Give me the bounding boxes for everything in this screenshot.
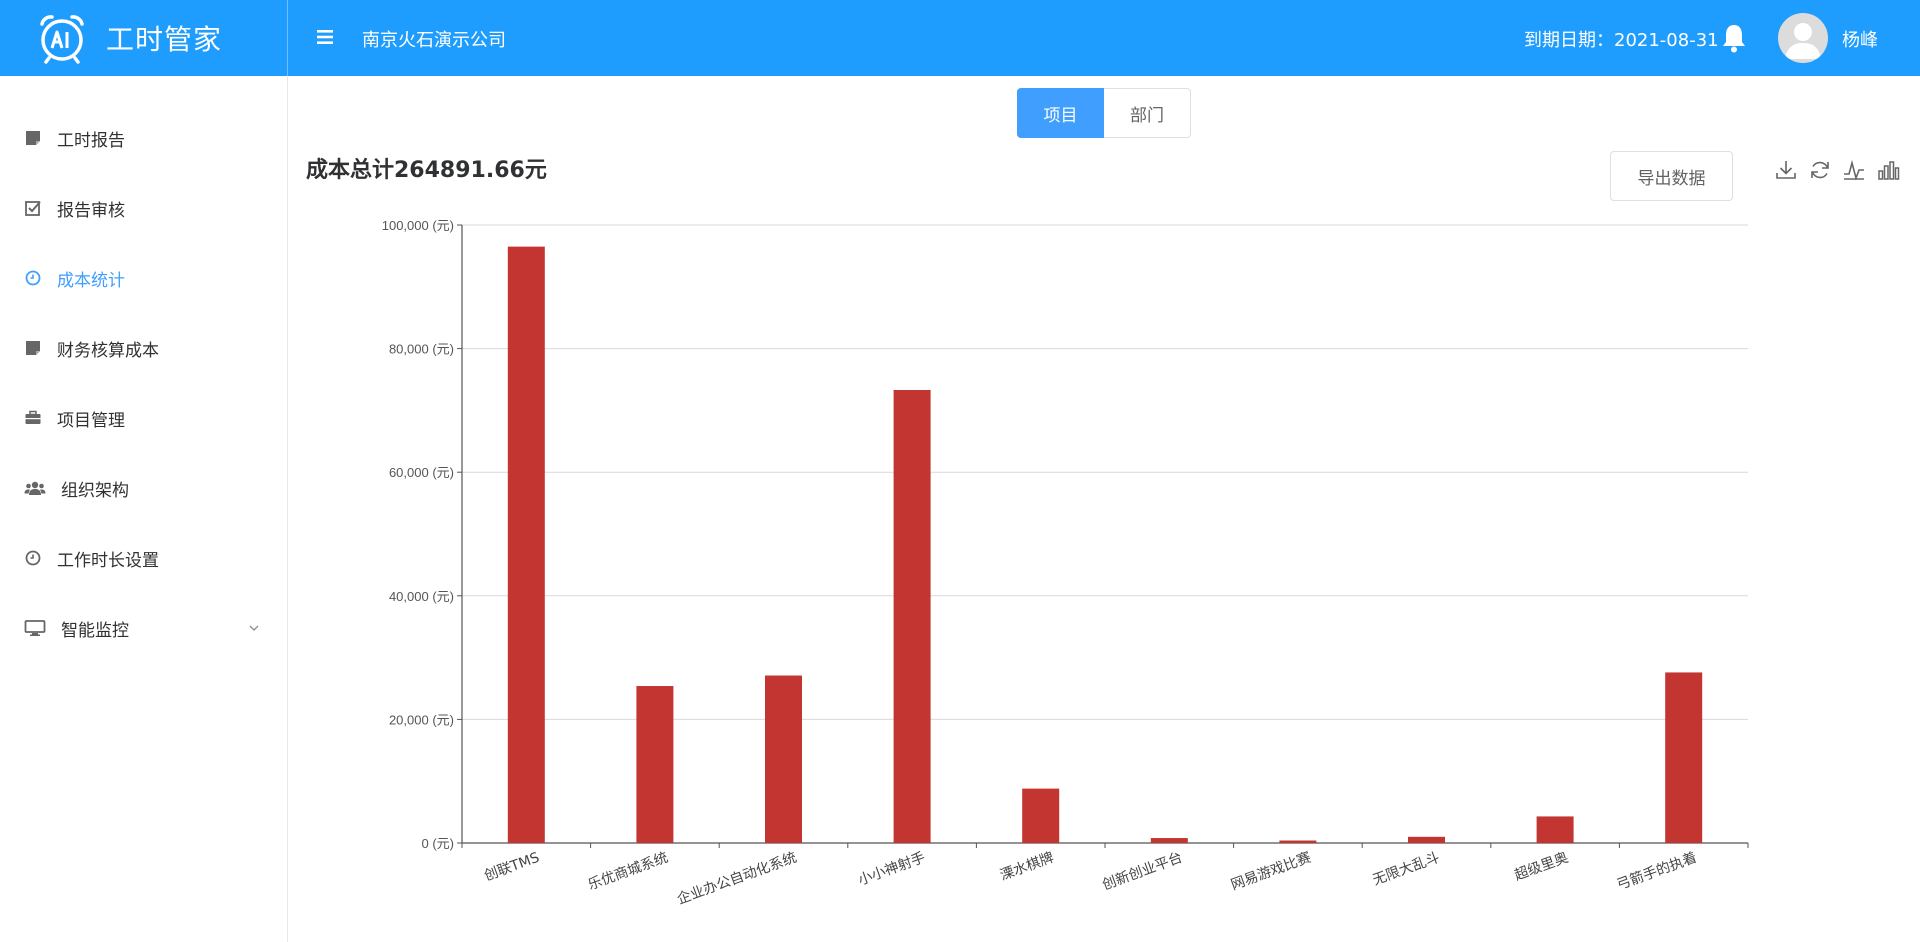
view-toggle: 项目 部门 — [1017, 88, 1191, 138]
x-category-label: 无限大乱斗 — [1371, 850, 1442, 889]
sidebar-item-label: 工时报告 — [57, 130, 125, 151]
bar — [1665, 672, 1703, 843]
x-category-label: 网易游戏比赛 — [1229, 850, 1313, 894]
bell-icon[interactable] — [1720, 22, 1748, 54]
y-tick-label: 20,000 (元) — [389, 712, 454, 727]
clock-icon — [25, 270, 41, 286]
document-icon — [26, 341, 40, 355]
sidebar-item-label: 报告审核 — [57, 200, 125, 221]
x-category-label: 企业办公自动化系统 — [675, 849, 799, 908]
x-category-label: 乐优商城系统 — [586, 850, 670, 894]
bar — [893, 390, 931, 843]
x-category-label: 创联TMS — [482, 850, 542, 885]
users-icon — [24, 481, 46, 495]
download-icon[interactable] — [1774, 158, 1798, 182]
sidebar-item-report-review[interactable]: 报告审核 — [0, 180, 287, 236]
sidebar-item-work-report[interactable]: 工时报告 — [0, 110, 287, 166]
bar — [1408, 836, 1445, 843]
chevron-down-icon[interactable] — [248, 622, 260, 634]
clock-icon — [25, 550, 41, 566]
company-name: 南京火石演示公司 — [362, 30, 506, 51]
x-category-label: 溧水棋牌 — [998, 849, 1056, 884]
x-category-label: 小小神射手 — [856, 850, 927, 889]
sidebar-item-cost-statistics[interactable]: 成本统计 — [0, 250, 287, 306]
y-tick-label: 40,000 (元) — [389, 589, 454, 604]
hamburger-menu-icon[interactable] — [314, 26, 336, 48]
sidebar-item-label: 工作时长设置 — [57, 550, 159, 571]
sidebar-item-label: 组织架构 — [61, 480, 129, 501]
app-logo[interactable]: 工时管家 — [0, 0, 288, 76]
sidebar-item-label: 成本统计 — [57, 270, 125, 291]
y-tick-label: 60,000 (元) — [389, 465, 454, 480]
cost-bar-chart: 0 (元) 20,000 (元) 40,000 (元) 60,000 (元) 80,00… — [382, 218, 1749, 908]
x-category-label: 创新创业平台 — [1100, 850, 1184, 894]
sidebar-item-label: 智能监控 — [61, 620, 129, 641]
bar — [1279, 840, 1317, 843]
sidebar-item-work-hours-settings[interactable]: 工作时长设置 — [0, 530, 287, 586]
sidebar: 工时报告 报告审核 成本统计 财务核算成本 项目管理 组织架构 工作时长设置 智… — [0, 76, 288, 942]
bar — [507, 246, 545, 843]
briefcase-icon — [25, 410, 41, 424]
bar — [765, 675, 802, 843]
x-category-label: 超级里奥 — [1512, 849, 1570, 884]
sidebar-item-organization[interactable]: 组织架构 — [0, 460, 287, 516]
y-tick-label: 0 (元) — [421, 836, 454, 851]
app-name: 工时管家 — [106, 23, 223, 56]
bar — [636, 686, 674, 843]
alarm-clock-logo-icon — [40, 15, 84, 64]
cost-total: 成本总计264891.66元 — [306, 158, 547, 183]
bar — [1536, 816, 1574, 843]
refresh-icon[interactable] — [1808, 158, 1832, 182]
top-header: 工时管家 南京火石演示公司 到期日期：2021-08-31 杨峰 — [0, 0, 1920, 76]
tab-department[interactable]: 部门 — [1104, 88, 1191, 138]
bar-chart-icon[interactable] — [1876, 158, 1900, 182]
monitor-icon — [24, 620, 46, 636]
sidebar-item-label: 财务核算成本 — [57, 340, 159, 361]
y-tick-label: 80,000 (元) — [389, 342, 454, 357]
expiry-date: 到期日期：2021-08-31 — [1524, 30, 1719, 51]
tab-project[interactable]: 项目 — [1017, 88, 1104, 138]
bar — [1022, 788, 1060, 843]
avatar[interactable] — [1778, 13, 1828, 63]
line-chart-icon[interactable] — [1842, 158, 1866, 182]
sidebar-item-finance-cost[interactable]: 财务核算成本 — [0, 320, 287, 376]
x-category-label: 弓箭手的执着 — [1614, 849, 1699, 894]
sidebar-item-project-management[interactable]: 项目管理 — [0, 390, 287, 446]
user-avatar-icon — [1785, 23, 1821, 59]
export-data-button[interactable]: 导出数据 — [1610, 151, 1733, 201]
document-icon — [26, 131, 40, 145]
sidebar-item-label: 项目管理 — [57, 410, 125, 431]
sidebar-item-smart-monitoring[interactable]: 智能监控 — [0, 600, 287, 656]
check-square-icon — [25, 201, 41, 216]
bar — [1150, 838, 1188, 843]
y-tick-label: 100,000 (元) — [382, 218, 454, 233]
username[interactable]: 杨峰 — [1842, 26, 1878, 52]
